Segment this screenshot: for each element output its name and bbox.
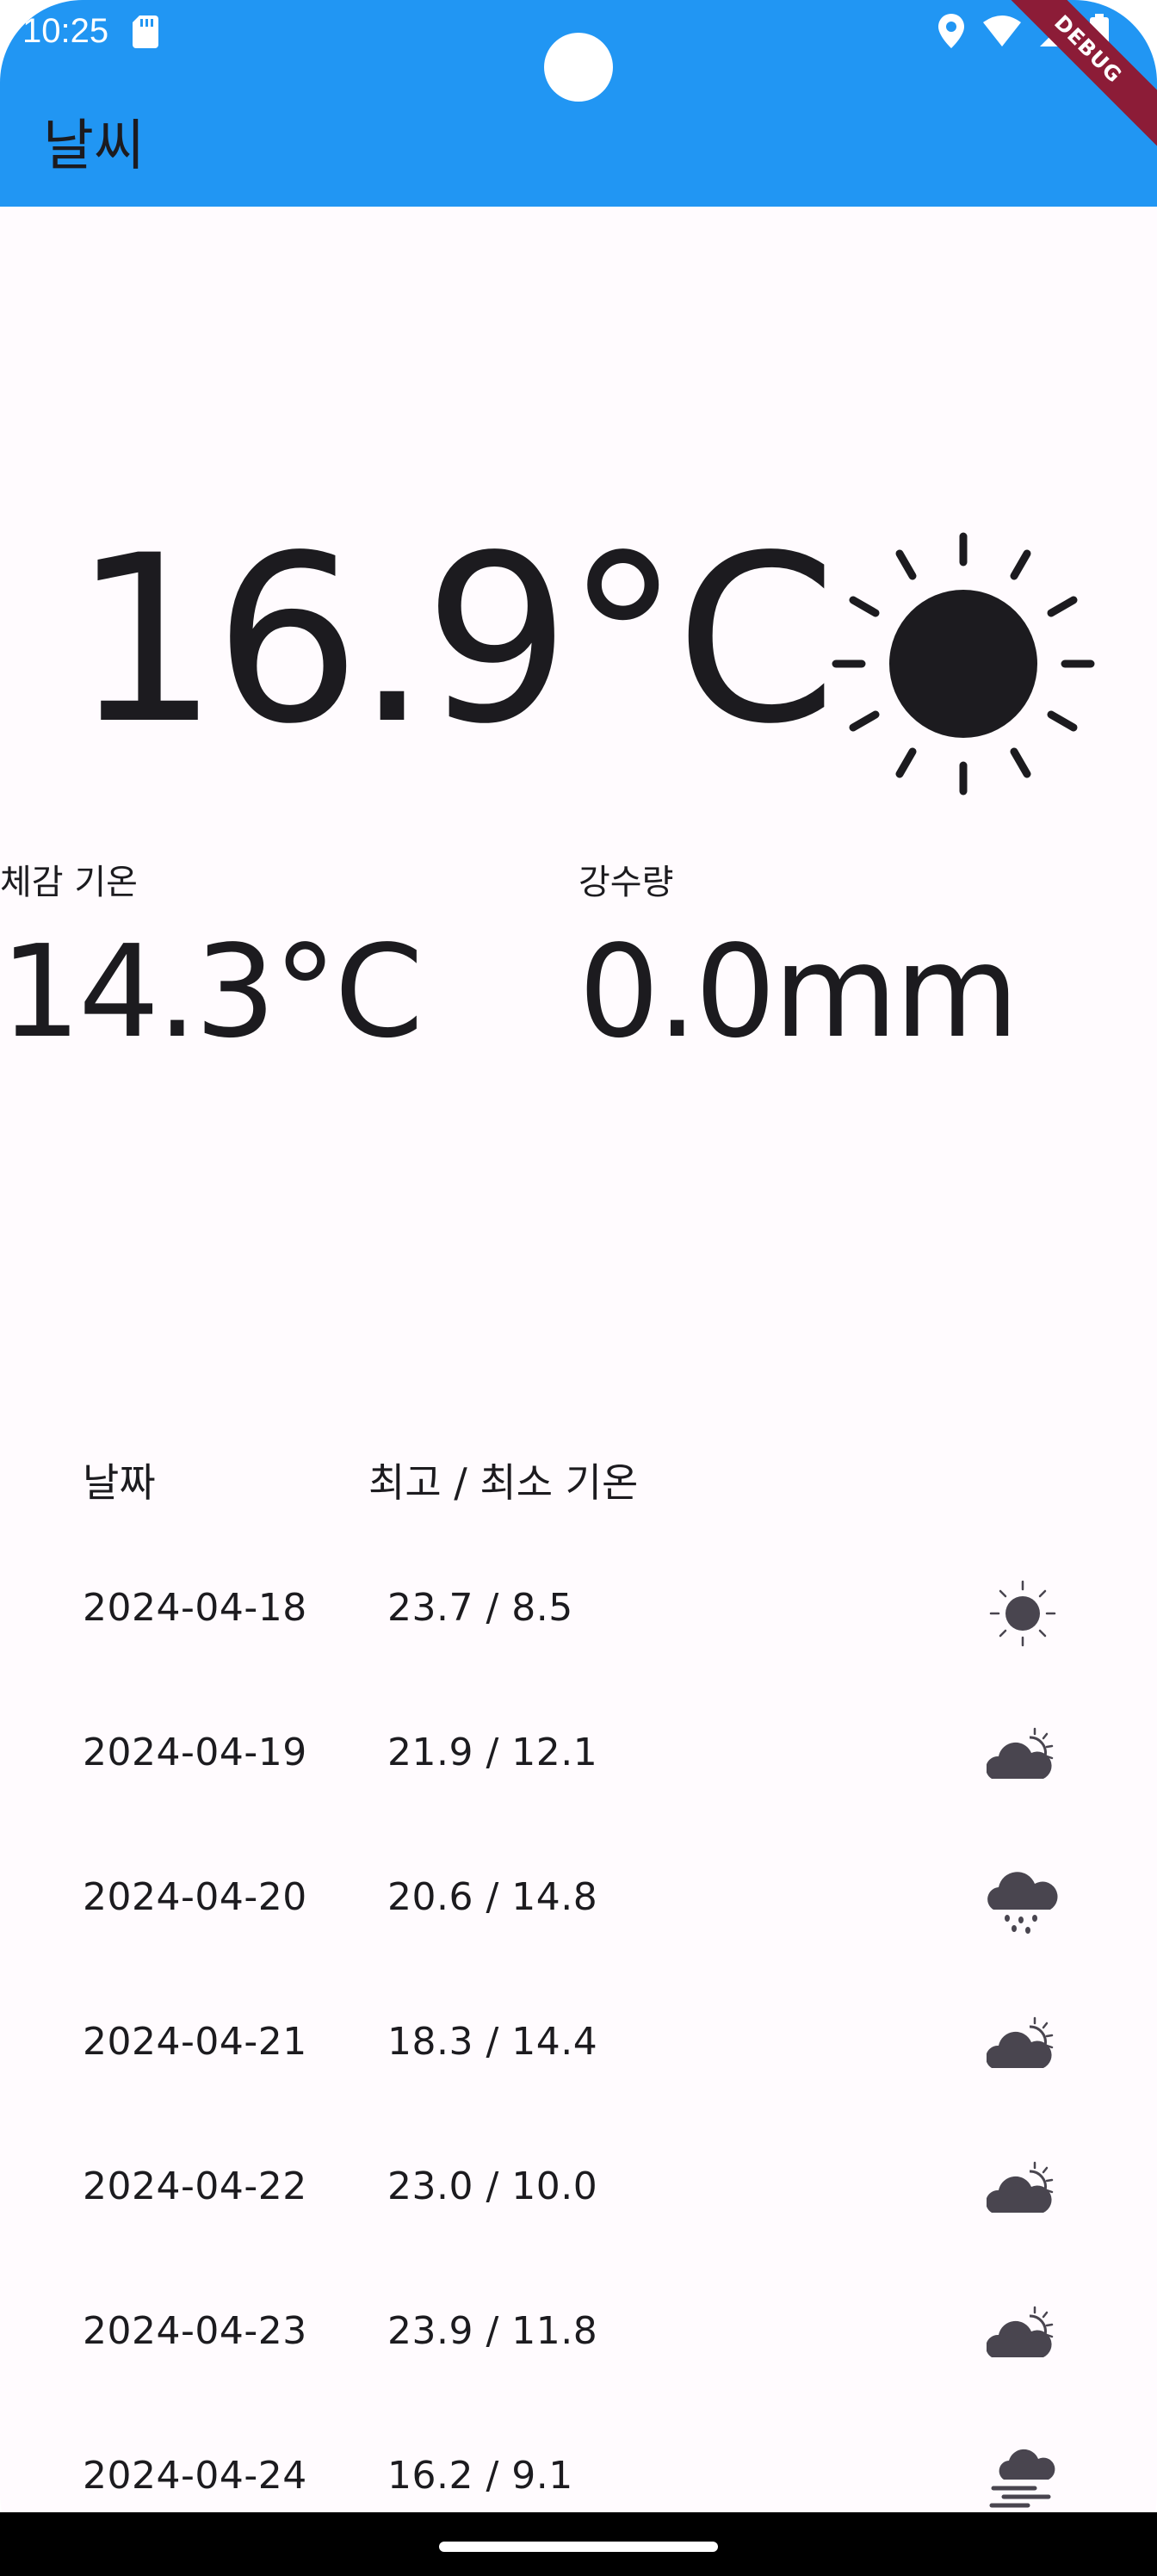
sun-icon [987, 1577, 1059, 1650]
precipitation-label: 강수량 [578, 863, 674, 902]
forecast-list: 2024-04-18 23.7 / 8.5 2024-04-19 21.9 / … [0, 1543, 1157, 2555]
forecast-date: 2024-04-24 [83, 2454, 307, 2498]
location-icon [938, 14, 964, 52]
feels-like-value: 14.3°C [0, 918, 424, 1066]
column-header-temperature: 최고 / 최소 기온 [368, 1459, 639, 1506]
app-screen: 10:25 날씨 DEBUG 16.9°C 체감 기온 강수량 14.3°C 0… [0, 0, 1157, 2576]
sd-card-icon [133, 15, 158, 52]
current-temperature: 16.9°C [72, 506, 837, 775]
feels-like-label: 체감 기온 [0, 863, 138, 902]
forecast-temps: 20.6 / 14.8 [387, 1875, 598, 1919]
home-gesture-handle[interactable] [439, 2542, 718, 2552]
camera-cutout [544, 33, 613, 102]
precipitation-value: 0.0mm [578, 918, 1019, 1066]
forecast-date: 2024-04-23 [83, 2309, 307, 2353]
forecast-temps: 23.0 / 10.0 [387, 2164, 598, 2208]
forecast-row[interactable]: 2024-04-22 23.0 / 10.0 [0, 2121, 1157, 2266]
forecast-row[interactable]: 2024-04-21 18.3 / 14.4 [0, 1977, 1157, 2121]
forecast-temps: 21.9 / 12.1 [387, 1731, 598, 1774]
partly-cloudy-icon [986, 1722, 1059, 1794]
sun-icon [830, 530, 1097, 801]
forecast-date: 2024-04-22 [83, 2164, 307, 2208]
forecast-date: 2024-04-18 [83, 1586, 307, 1630]
forecast-temps: 18.3 / 14.4 [387, 2020, 598, 2064]
partly-cloudy-icon [986, 2300, 1059, 2373]
partly-cloudy-icon [986, 2156, 1059, 2228]
fog-cloud-icon [987, 2445, 1059, 2517]
column-header-date: 날짜 [83, 1459, 156, 1506]
forecast-row[interactable]: 2024-04-18 23.7 / 8.5 [0, 1543, 1157, 1687]
forecast-date: 2024-04-21 [83, 2020, 307, 2064]
forecast-row[interactable]: 2024-04-19 21.9 / 12.1 [0, 1687, 1157, 1832]
wifi-icon [983, 15, 1021, 50]
rain-cloud-icon [987, 1867, 1059, 1939]
forecast-temps: 23.7 / 8.5 [387, 1586, 573, 1630]
forecast-temps: 23.9 / 11.8 [387, 2309, 598, 2353]
partly-cloudy-icon [986, 2011, 1059, 2084]
app-title: 날씨 [43, 115, 145, 178]
status-time: 10:25 [22, 12, 109, 50]
forecast-date: 2024-04-20 [83, 1875, 307, 1919]
forecast-date: 2024-04-19 [83, 1731, 307, 1774]
app-bar: 10:25 날씨 DEBUG [0, 0, 1157, 207]
forecast-temps: 16.2 / 9.1 [387, 2454, 573, 2498]
forecast-row[interactable]: 2024-04-23 23.9 / 11.8 [0, 2266, 1157, 2411]
forecast-row[interactable]: 2024-04-20 20.6 / 14.8 [0, 1832, 1157, 1977]
